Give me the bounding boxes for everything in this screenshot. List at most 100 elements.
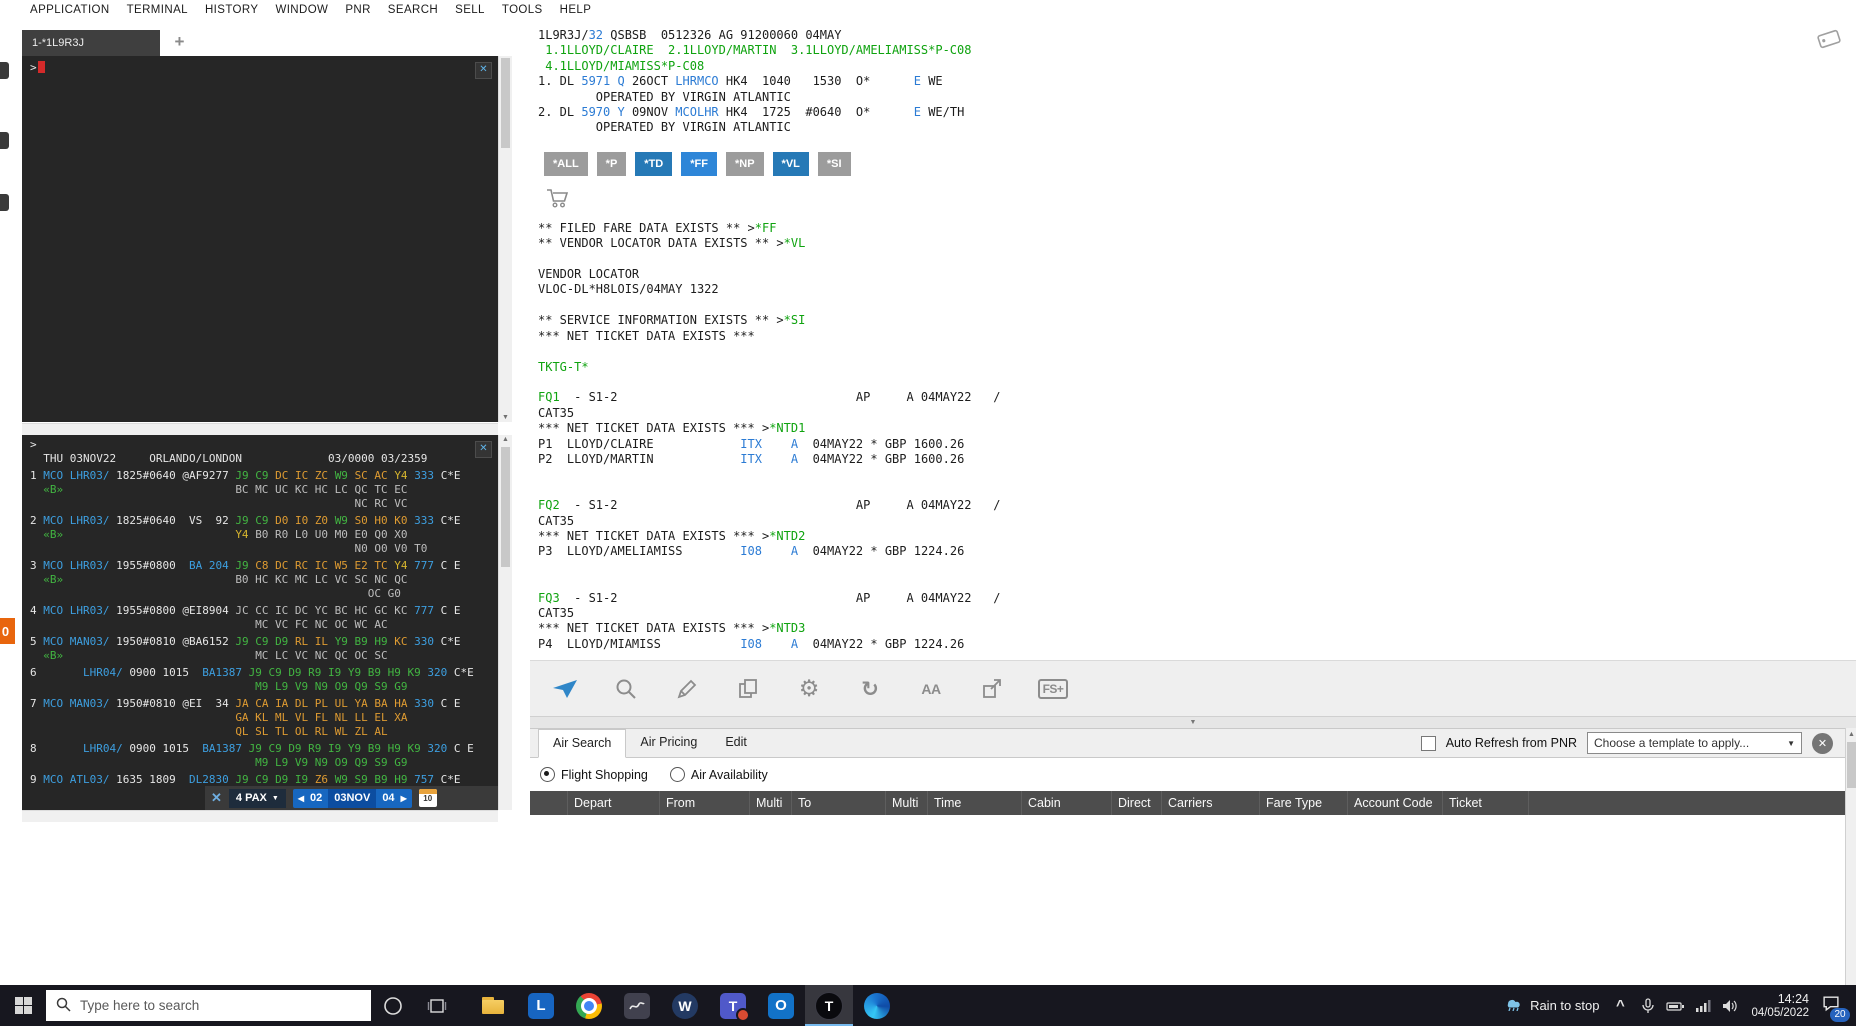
pnr-button-p[interactable]: *P — [597, 152, 627, 176]
tab-air-pricing[interactable]: Air Pricing — [626, 729, 711, 756]
vertical-scrollbar[interactable]: ▲ — [498, 435, 512, 810]
current-date[interactable]: 03NOV — [328, 789, 376, 808]
fast-sell-icon[interactable]: FS+ — [1036, 672, 1070, 706]
edit-icon[interactable] — [670, 672, 704, 706]
copy-icon[interactable] — [731, 672, 765, 706]
next-day-label[interactable]: 04 — [382, 792, 394, 804]
pnr-button-all[interactable]: *ALL — [544, 152, 588, 176]
availability-row[interactable]: 4 MCO LHR03/ 1955#0800 @EI8904 JC CC IC … — [30, 604, 498, 618]
close-icon[interactable]: ✕ — [475, 62, 492, 79]
file-explorer-icon[interactable] — [469, 985, 517, 1026]
menu-item-help[interactable]: HELP — [560, 4, 592, 16]
teams-icon[interactable]: T — [709, 985, 757, 1026]
scroll-down-icon[interactable]: ▼ — [499, 414, 512, 421]
next-day-icon[interactable]: ▶ — [401, 794, 407, 803]
availability-row[interactable]: 2 MCO LHR03/ 1825#0640 VS 92 J9 C9 D0 I0… — [30, 514, 498, 528]
refresh-icon[interactable]: ↻ — [853, 672, 887, 706]
tag-icon[interactable] — [1814, 26, 1844, 57]
availability-row[interactable]: 5 MCO MAN03/ 1950#0810 @BA6152 J9 C9 D9 … — [30, 635, 498, 649]
availability-row[interactable]: 8 LHR04/ 0900 1015 BA1387 J9 C9 D9 R9 I9… — [30, 742, 498, 756]
horizontal-scrollbar[interactable] — [22, 810, 498, 822]
availability-row[interactable]: 3 MCO LHR03/ 1955#0800 BA 204 J9 C8 DC R… — [30, 559, 498, 573]
weather-widget[interactable]: Rain to stop — [1503, 995, 1599, 1016]
tab-edit[interactable]: Edit — [711, 729, 761, 756]
sticky-notes-icon[interactable] — [613, 985, 661, 1026]
text-line — [538, 252, 1840, 267]
prev-day-icon[interactable]: ◀ — [298, 794, 304, 803]
availability-row[interactable]: 6 LHR04/ 0900 1015 BA1387 J9 C9 D9 R9 I9… — [30, 666, 498, 680]
menu-item-tools[interactable]: TOOLS — [502, 4, 543, 16]
rail-icon[interactable] — [0, 62, 9, 79]
word-icon[interactable]: W — [661, 985, 709, 1026]
auto-refresh-checkbox[interactable] — [1421, 736, 1436, 751]
pax-selector[interactable]: 4 PAX▼ — [229, 789, 286, 808]
rail-icon[interactable] — [0, 132, 9, 149]
horizontal-scrollbar[interactable] — [22, 423, 498, 435]
pnr-button-td[interactable]: *TD — [635, 152, 672, 176]
taskbar-search[interactable]: Type here to search — [46, 990, 371, 1021]
scrollbar-thumb[interactable] — [501, 447, 510, 567]
radio-button[interactable] — [540, 767, 555, 782]
volume-icon[interactable] — [1722, 999, 1738, 1013]
battery-icon[interactable] — [1666, 1000, 1684, 1012]
radio-air-availability[interactable]: Air Availability — [670, 767, 768, 782]
vertical-scrollbar[interactable]: ▼ — [498, 56, 512, 422]
menu-item-window[interactable]: WINDOW — [275, 4, 328, 16]
smartpoint-icon[interactable]: T — [805, 985, 853, 1026]
scroll-up-icon[interactable]: ▲ — [499, 436, 512, 443]
radio-button[interactable] — [670, 767, 685, 782]
text-line — [538, 467, 1840, 482]
outlook-icon[interactable]: O — [757, 985, 805, 1026]
close-icon[interactable]: ✕ — [475, 441, 492, 458]
scroll-up-icon[interactable]: ▲ — [1846, 731, 1856, 738]
close-icon[interactable]: ✕ — [211, 790, 222, 806]
new-tab-button[interactable]: + — [174, 30, 184, 54]
availability-window[interactable]: > THU 03NOV22 ORLANDO/LONDON 03/0000 03/… — [22, 435, 498, 810]
microphone-icon[interactable] — [1641, 998, 1655, 1014]
close-panel-button[interactable]: ✕ — [1812, 733, 1833, 754]
font-size-icon[interactable]: AA — [914, 672, 948, 706]
vertical-scrollbar[interactable]: ▲ — [1845, 728, 1856, 985]
settings-icon[interactable]: ⚙ — [792, 672, 826, 706]
menu-item-sell[interactable]: SELL — [455, 4, 485, 16]
logmein-icon[interactable]: L — [517, 985, 565, 1026]
terminal-window[interactable]: > ✕ — [22, 56, 498, 422]
rail-icon[interactable] — [0, 194, 9, 211]
panel-splitter[interactable]: ▼ — [530, 717, 1856, 728]
scrollbar-thumb[interactable] — [1847, 742, 1856, 788]
chrome-icon[interactable] — [565, 985, 613, 1026]
menu-item-search[interactable]: SEARCH — [388, 4, 438, 16]
menu-item-application[interactable]: APPLICATION — [30, 4, 110, 16]
hidden-icons-chevron[interactable]: ^ — [1612, 997, 1628, 1014]
pnr-button-vl[interactable]: *VL — [773, 152, 809, 176]
pnr-button-np[interactable]: *NP — [726, 152, 764, 176]
action-center-icon[interactable]: 20 — [1822, 995, 1844, 1017]
availability-toolbar: ✕ 4 PAX▼ ◀ 02 03NOV 04 ▶ 10 — [205, 786, 498, 810]
menu-item-history[interactable]: HISTORY — [205, 4, 259, 16]
network-icon[interactable] — [1695, 1000, 1711, 1012]
pnr-button-si[interactable]: *SI — [818, 152, 851, 176]
edge-icon[interactable] — [853, 985, 901, 1026]
search-icon[interactable] — [609, 672, 643, 706]
prev-day-label[interactable]: 02 — [310, 792, 322, 804]
export-icon[interactable] — [975, 672, 1009, 706]
tab-air-search[interactable]: Air Search — [538, 729, 626, 758]
terminal-tab[interactable]: 1-*1L9R3J — [22, 30, 160, 56]
scrollbar-thumb[interactable] — [501, 58, 510, 148]
availability-row[interactable]: 7 MCO MAN03/ 1950#0810 @EI 34 JA CA IA D… — [30, 697, 498, 711]
pnr-button-ff[interactable]: *FF — [681, 152, 717, 176]
menu-item-terminal[interactable]: TERMINAL — [127, 4, 188, 16]
taskbar-clock[interactable]: 14:24 04/05/2022 — [1751, 992, 1809, 1020]
calendar-icon[interactable]: 10 — [419, 789, 437, 807]
text-line: OC G0 — [30, 587, 498, 601]
cart-icon[interactable] — [546, 188, 1840, 213]
start-button[interactable] — [0, 985, 46, 1026]
task-view-icon[interactable] — [415, 985, 459, 1026]
availability-row[interactable]: 1 MCO LHR03/ 1825#0640 @AF9277 J9 C9 DC … — [30, 469, 498, 483]
template-dropdown[interactable]: Choose a template to apply...▼ — [1587, 732, 1802, 754]
send-icon[interactable] — [548, 672, 582, 706]
cortana-icon[interactable] — [371, 985, 415, 1026]
menu-item-pnr[interactable]: PNR — [345, 4, 370, 16]
availability-row[interactable]: 9 MCO ATL03/ 1635 1809 DL2830 J9 C9 D9 I… — [30, 773, 498, 787]
radio-flight-shopping[interactable]: Flight Shopping — [540, 767, 648, 782]
